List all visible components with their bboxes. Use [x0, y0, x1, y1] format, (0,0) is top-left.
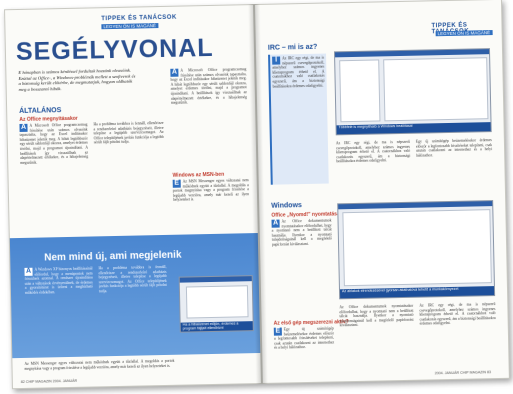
- section-heading-irc: IRC – mi is az?: [267, 43, 318, 52]
- column-2-text: Ha a probléma továbbra is fennáll, ellen…: [93, 120, 164, 145]
- left-kicker: TIPPEK ÉS TANÁCSOK: [101, 14, 177, 23]
- column-11-text: Az Office dokumentumok nyomtatásakor elő…: [339, 303, 414, 328]
- text-column-7: Az IRC egy régi, de ma is népszerű cseve…: [336, 140, 411, 194]
- dropcap: I: [272, 56, 281, 65]
- dropcap: A: [271, 219, 280, 228]
- page-title: SEGÉLYVONAL: [15, 33, 214, 67]
- window-titlebar: [179, 276, 252, 283]
- column-12-text: Az IRC egy régi, de ma is népszerű cseve…: [419, 302, 496, 327]
- screenshot-caption: Az ablakok elrendezésével gyorsan átláth…: [339, 286, 495, 299]
- right-page: TIPPEK ÉS TANÁCSOK LEGYEN ÖN IS MAGÁNÉ I…: [253, 0, 510, 384]
- column-5-text: Az MSN Messenger egyes változatai nem mű…: [24, 358, 175, 371]
- text-column-6: I Az IRC egy régi, de ma is népszerű cse…: [272, 56, 327, 183]
- window-titlebar: [335, 49, 490, 58]
- text-column-5: Az MSN Messenger egyes változatai nem mű…: [24, 359, 174, 378]
- screenshot-windows: Az ablakok elrendezésével gyorsan átláth…: [337, 200, 496, 300]
- content-pane: [383, 57, 489, 122]
- column-9-text: Az Office dokumentumok nyomtatásakor elő…: [271, 218, 332, 247]
- column-8-text: Egy új számítógép beüzemelésekor érdemes…: [415, 138, 493, 158]
- dropcap: A: [24, 267, 33, 276]
- right-folio: 2004. JANUÁR CHIP MAGAZIN 83: [434, 370, 492, 376]
- screenshot-irc: Többfelé is megnyitható a Windows beállí…: [333, 48, 492, 136]
- column-1-text: A Microsoft Office programcsomag frissít…: [19, 122, 89, 165]
- document-pane: [342, 209, 492, 287]
- left-kicker-sub: LEGYEN ÖN IS MAGÁNÉ: [101, 23, 158, 30]
- dropcap: A: [19, 123, 28, 132]
- screenshot-dialog: Ha a hibaüzenet előjön, érdemes a progra…: [178, 275, 254, 333]
- screenshot-caption: Többfelé is megnyitható a Windows beállí…: [336, 122, 491, 135]
- banner-column-2-text: Ha a probléma továbbra is fennáll, ellen…: [98, 264, 167, 294]
- text-column-10: E Egy új számítógép beüzemelésekor érdem…: [273, 326, 335, 371]
- column-3-text: A Microsoft Office programcsomag frissít…: [170, 67, 247, 105]
- text-column-11: Az Office dokumentumok nyomtatásakor elő…: [339, 304, 414, 370]
- banner-text-column-2: Ha a probléma továbbra is fennáll, ellen…: [98, 265, 168, 350]
- dropcap: E: [273, 327, 282, 336]
- dropcap: E: [172, 179, 181, 188]
- window-titlebar: [338, 201, 493, 210]
- text-column-9: A Az Office dokumentumok nyomtatásakor e…: [271, 218, 333, 315]
- screenshot-caption: Ha a hibaüzenet előjön, érdemes a progra…: [180, 321, 253, 332]
- column-7-text: Az IRC egy régi, de ma is népszerű cseve…: [335, 139, 411, 164]
- text-column-4: E Az MSN Messenger egyes változatai nem …: [172, 178, 250, 232]
- left-folio: 82 CHIP MAGAZIN 2004. JANUÁR: [20, 378, 78, 385]
- banner-text-column-1: A A Windows XP bizonyos beállításainál e…: [24, 266, 94, 351]
- text-column-2: Ha a probléma továbbra is fennáll, ellen…: [93, 121, 165, 232]
- magazine-spread: TIPPEK ÉS TANÁCSOK LEGYEN ÖN IS MAGÁNÉ S…: [4, 0, 512, 393]
- lead-paragraph: E hónapban is számos kérdéssel fordultak…: [18, 67, 136, 92]
- text-column-1: A A Microsoft Office programcsomag friss…: [19, 123, 89, 234]
- section-heading-windows: Windows: [271, 202, 302, 210]
- section-subheading-newpc: Az első gép megszerezni aktív?: [273, 319, 349, 327]
- section-subheading-msn: Windows az MSN-ben: [172, 171, 225, 179]
- dropcap: A: [170, 68, 179, 77]
- section-heading-general: ÁLTALÁNOS: [19, 107, 62, 115]
- column-4-text: Az MSN Messenger egyes változatai nem mű…: [172, 178, 249, 203]
- text-column-8: Egy új számítógép beüzemelésekor érdemes…: [416, 138, 493, 192]
- tree-pane: [339, 59, 381, 123]
- banner-column-1-text: A Windows XP bizonyos beállításainál elő…: [24, 266, 93, 295]
- column-10-text: Egy új számítógép beüzemelésekor érdemes…: [273, 326, 335, 351]
- left-page: TIPPEK ÉS TANÁCSOK LEGYEN ÖN IS MAGÁNÉ S…: [4, 4, 262, 390]
- text-column-3: A A Microsoft Office programcsomag friss…: [170, 67, 248, 169]
- section-subheading-office: Az Office megnyitásakor: [19, 115, 78, 123]
- right-kicker-sub: LEGYEN ÖN IS MAGÁNÉ: [435, 30, 493, 37]
- text-column-12: Az IRC egy régi, de ma is népszerű cseve…: [419, 302, 496, 368]
- dialog-pane: [185, 285, 249, 319]
